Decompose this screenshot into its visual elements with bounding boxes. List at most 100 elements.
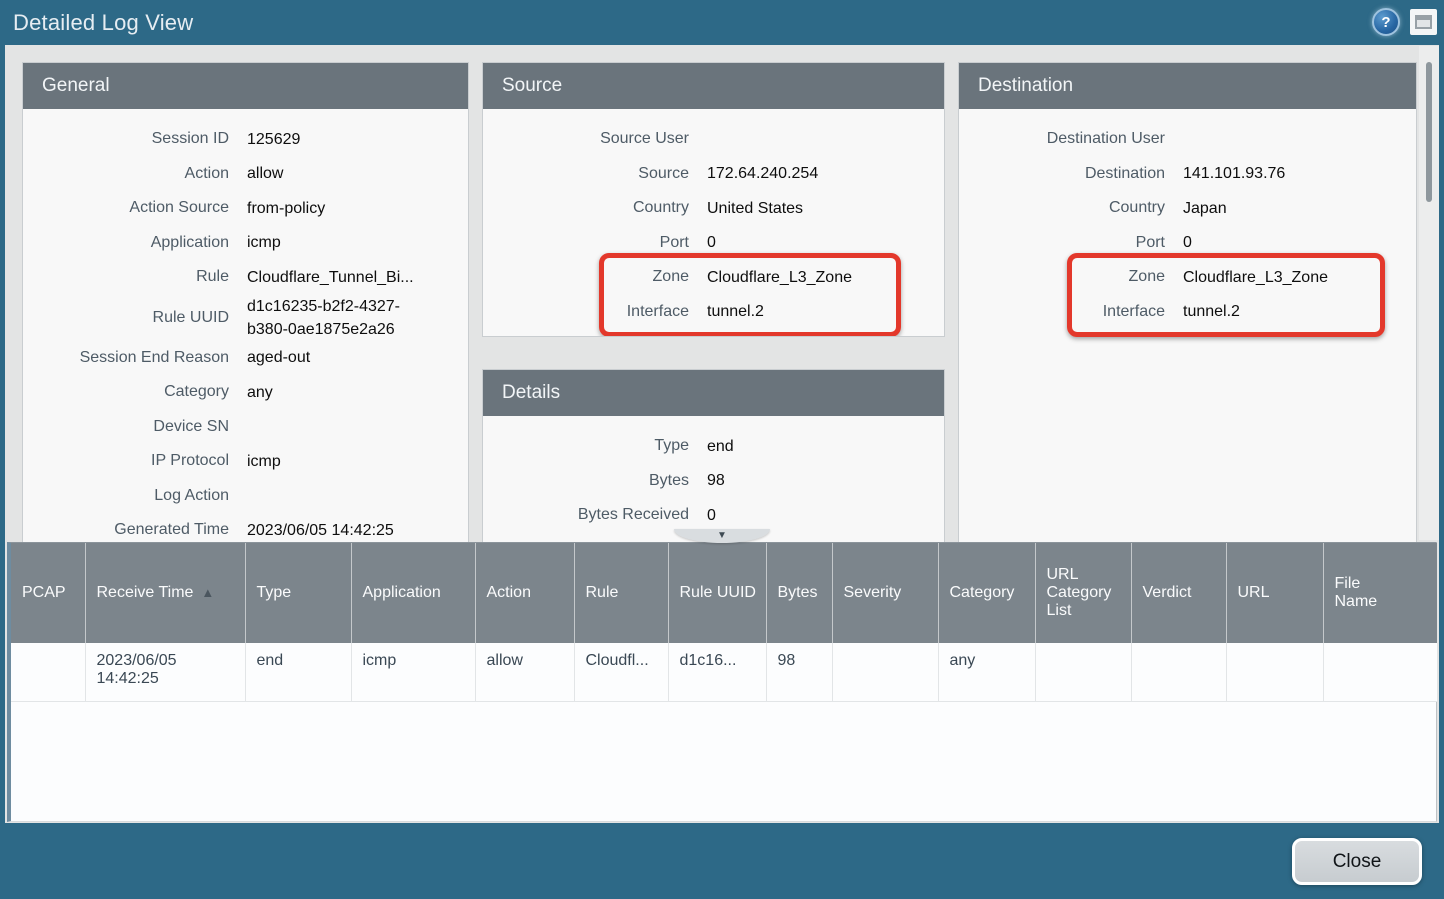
row-bytes: Bytes98 — [483, 464, 944, 499]
field-label: Action Source — [23, 197, 229, 219]
general-panel: General Session ID125629 Actionallow Act… — [22, 62, 469, 556]
col-pcap[interactable]: PCAP — [11, 543, 85, 643]
row-category: Categoryany — [23, 375, 468, 410]
row-interface: Interfacetunnel.2 — [959, 295, 1416, 330]
col-severity[interactable]: Severity — [832, 543, 938, 643]
field-label: Action — [23, 163, 229, 185]
cell-application: icmp — [351, 643, 475, 701]
log-row[interactable]: 2023/06/05 14:42:25 end icmp allow Cloud… — [11, 643, 1437, 701]
row-interface: Interfacetunnel.2 — [483, 295, 944, 330]
column-label: Action — [487, 584, 531, 601]
field-label: Session ID — [23, 128, 229, 150]
scrollbar-thumb[interactable] — [1426, 62, 1432, 202]
row-ip-protocol: IP Protocolicmp — [23, 444, 468, 479]
close-button[interactable]: Close — [1292, 838, 1422, 885]
window-restore-icon[interactable] — [1410, 9, 1437, 35]
destination-panel-header: Destination — [959, 63, 1416, 109]
titlebar: Detailed Log View ? — [0, 0, 1444, 45]
cell-severity — [832, 643, 938, 701]
cell-url — [1226, 643, 1323, 701]
field-label: Generated Time — [23, 519, 229, 541]
col-type[interactable]: Type — [245, 543, 351, 643]
cell-rule: Cloudfl... — [574, 643, 668, 701]
vertical-scrollbar[interactable] — [1419, 46, 1439, 540]
row-action: Actionallow — [23, 157, 468, 192]
row-application: Applicationicmp — [23, 226, 468, 261]
cell-verdict — [1131, 643, 1226, 701]
field-label: Interface — [483, 301, 689, 323]
help-icon[interactable]: ? — [1372, 8, 1400, 36]
field-value: Japan — [1183, 197, 1416, 220]
col-url-category-list[interactable]: URL Category List — [1035, 543, 1131, 643]
field-label: IP Protocol — [23, 450, 229, 472]
field-label: Application — [23, 232, 229, 254]
column-label: File Name — [1335, 575, 1378, 610]
col-rule-uuid[interactable]: Rule UUID — [668, 543, 766, 643]
col-verdict[interactable]: Verdict — [1131, 543, 1226, 643]
col-file-name[interactable]: File Name — [1323, 543, 1437, 643]
row-source: Source 172.64.240.254 — [483, 157, 944, 192]
table-header-row: PCAP Receive Time▲ Type Application Acti… — [11, 543, 1437, 643]
field-value: 172.64.240.254 — [707, 162, 944, 185]
field-value: 141.101.93.76 — [1183, 162, 1416, 185]
column-label: Rule — [586, 584, 619, 601]
column-label: Category — [950, 584, 1015, 601]
log-table: PCAP Receive Time▲ Type Application Acti… — [11, 543, 1437, 702]
cell-url-category-list — [1035, 643, 1131, 701]
row-destination: Destination 141.101.93.76 — [959, 157, 1416, 192]
row-rule: RuleCloudflare_Tunnel_Bi... — [23, 260, 468, 295]
field-value: Cloudflare_L3_Zone — [1183, 266, 1416, 289]
col-application[interactable]: Application — [351, 543, 475, 643]
row-zone: Zone Cloudflare_L3_Zone — [959, 260, 1416, 295]
cell-receive-time: 2023/06/05 14:42:25 — [85, 643, 245, 701]
field-value: aged-out — [247, 346, 468, 369]
field-label: Interface — [959, 301, 1165, 323]
column-label: URL — [1238, 584, 1270, 601]
column-label: PCAP — [22, 584, 66, 601]
source-panel: Source Source User Source172.64.240.254 … — [482, 62, 945, 337]
field-label: Destination — [959, 163, 1165, 185]
window-glyph — [1415, 15, 1432, 29]
source-panel-header: Source — [483, 63, 944, 109]
column-label: Receive Time — [97, 584, 194, 601]
row-session-id: Session ID125629 — [23, 122, 468, 157]
row-source-user: Source User — [483, 122, 944, 157]
cell-file-name — [1323, 643, 1437, 701]
field-label: Zone — [959, 266, 1165, 288]
row-country: CountryUnited States — [483, 191, 944, 226]
page-title: Detailed Log View — [13, 10, 193, 36]
help-glyph: ? — [1381, 14, 1390, 31]
column-label: Application — [363, 584, 441, 601]
field-label: Source User — [483, 128, 689, 150]
field-label: Source — [483, 163, 689, 185]
col-category[interactable]: Category — [938, 543, 1035, 643]
row-rule-uuid: Rule UUIDd1c16235-b2f2-4327- b380-0ae187… — [23, 295, 468, 341]
field-label: Session End Reason — [23, 347, 229, 369]
field-value: from-policy — [247, 197, 468, 220]
col-url[interactable]: URL — [1226, 543, 1323, 643]
field-value: Cloudflare_Tunnel_Bi... — [247, 266, 468, 289]
cell-type: end — [245, 643, 351, 701]
destination-panel: Destination Destination User Destination… — [958, 62, 1417, 556]
details-panel: Details Typeend Bytes98 Bytes Received0 — [482, 369, 945, 556]
log-table-pane: PCAP Receive Time▲ Type Application Acti… — [7, 542, 1437, 822]
col-rule[interactable]: Rule — [574, 543, 668, 643]
row-port: Port 0 — [483, 226, 944, 261]
column-label: Severity — [844, 584, 902, 601]
row-port: Port0 — [959, 226, 1416, 261]
cell-rule-uuid: d1c16... — [668, 643, 766, 701]
field-label: Device SN — [23, 416, 229, 438]
column-label: Bytes — [778, 584, 818, 601]
field-label: Port — [483, 232, 689, 254]
field-value: 0 — [707, 231, 944, 254]
field-label: Country — [483, 197, 689, 219]
field-value: Cloudflare_L3_Zone — [707, 266, 944, 289]
col-bytes[interactable]: Bytes — [766, 543, 832, 643]
field-value: 0 — [1183, 231, 1416, 254]
field-value: end — [707, 435, 944, 458]
col-action[interactable]: Action — [475, 543, 574, 643]
col-receive-time[interactable]: Receive Time▲ — [85, 543, 245, 643]
column-label: URL Category List — [1047, 566, 1112, 619]
field-label: Bytes Received — [483, 504, 689, 526]
row-country: CountryJapan — [959, 191, 1416, 226]
